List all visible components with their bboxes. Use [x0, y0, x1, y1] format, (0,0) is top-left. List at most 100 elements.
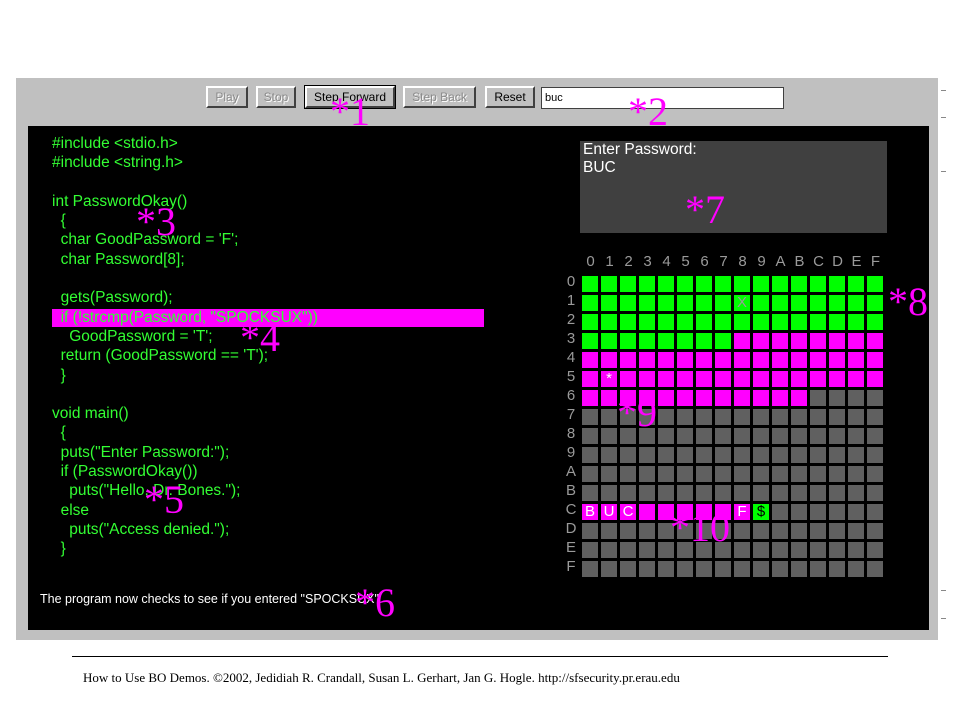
memory-cell [790, 541, 808, 559]
memory-cell [828, 560, 846, 578]
memory-cell [790, 503, 808, 521]
memory-cell [581, 465, 599, 483]
status-text: The program now checks to see if you ent… [40, 592, 379, 606]
memory-cell [866, 541, 884, 559]
memory-cell [638, 275, 656, 293]
memory-cell [790, 332, 808, 350]
memory-cell-char: F [737, 503, 747, 520]
memory-cell [809, 275, 827, 293]
memory-column-label: 9 [757, 253, 766, 270]
scroll-tick [941, 90, 946, 91]
memory-row-label: F [566, 558, 576, 575]
memory-cell [771, 465, 789, 483]
memory-column-label: 1 [605, 253, 614, 270]
memory-cell [676, 313, 694, 331]
memory-cell [695, 275, 713, 293]
memory-cell [809, 522, 827, 540]
window-right-edge [938, 78, 946, 640]
memory-cell [657, 275, 675, 293]
memory-cell [847, 446, 865, 464]
annotation-label: *9 [617, 390, 657, 435]
memory-cell [676, 427, 694, 445]
memory-cell [581, 560, 599, 578]
memory-cell [619, 332, 637, 350]
memory-cell [657, 332, 675, 350]
memory-cell [733, 465, 751, 483]
memory-cell [657, 427, 675, 445]
memory-cell-char: X [736, 294, 747, 311]
memory-cell [809, 427, 827, 445]
memory-cell [847, 408, 865, 426]
memory-cell [619, 484, 637, 502]
memory-row-label: 8 [566, 425, 576, 442]
footer-text: How to Use BO Demos. ©2002, Jedidiah R. … [83, 670, 680, 685]
memory-column-label: 2 [624, 253, 633, 270]
memory-cell [752, 465, 770, 483]
memory-cell [733, 370, 751, 388]
memory-cell [733, 446, 751, 464]
memory-cell [638, 465, 656, 483]
memory-cell [714, 389, 732, 407]
code-line: puts("Access denied."); [52, 520, 230, 538]
code-line: puts("Hello, Dr. Bones."); [52, 482, 241, 500]
memory-row-label: C [565, 501, 577, 518]
memory-cell [733, 351, 751, 369]
memory-cell [714, 427, 732, 445]
memory-cell [714, 313, 732, 331]
memory-cell [619, 560, 637, 578]
memory-cell [828, 465, 846, 483]
memory-cell [733, 313, 751, 331]
memory-cell [828, 275, 846, 293]
memory-cell [619, 446, 637, 464]
memory-cell: X [733, 294, 751, 312]
memory-cell [676, 275, 694, 293]
memory-cell [828, 522, 846, 540]
memory-row-label: 2 [566, 311, 576, 328]
annotation-label: *10 [670, 505, 730, 550]
memory-cell [733, 332, 751, 350]
memory-cell [752, 332, 770, 350]
memory-cell [581, 332, 599, 350]
memory-cell [695, 446, 713, 464]
memory-cell [809, 560, 827, 578]
reset-button[interactable]: Reset [485, 86, 535, 108]
memory-cell [771, 560, 789, 578]
memory-cell [847, 275, 865, 293]
memory-cell [790, 446, 808, 464]
scroll-tick [941, 171, 946, 172]
step-back-button[interactable]: Step Back [403, 86, 476, 108]
memory-cell [847, 351, 865, 369]
memory-cell [752, 446, 770, 464]
memory-cell [657, 389, 675, 407]
memory-cell [771, 313, 789, 331]
memory-cell [714, 408, 732, 426]
memory-cell [657, 484, 675, 502]
code-line: } [52, 540, 66, 558]
memory-cell [847, 484, 865, 502]
memory-cell [676, 408, 694, 426]
memory-cell-char: B [584, 503, 595, 520]
memory-cell [695, 465, 713, 483]
memory-cell [581, 351, 599, 369]
memory-cell [638, 351, 656, 369]
memory-column-label: C [813, 253, 824, 270]
memory-cell [752, 294, 770, 312]
memory-cell [790, 351, 808, 369]
stop-button[interactable]: Stop [256, 86, 296, 108]
memory-column-label: 0 [586, 253, 595, 270]
memory-cell [771, 408, 789, 426]
memory-row-header: 0 1 2 3 4 5 6 7 8 9 ABCDEF [562, 273, 580, 581]
memory-cell [847, 389, 865, 407]
memory-cell [600, 541, 618, 559]
memory-cell [866, 351, 884, 369]
memory-cell [828, 408, 846, 426]
memory-cell [619, 275, 637, 293]
memory-cell [714, 370, 732, 388]
memory-cell [866, 560, 884, 578]
memory-cell-char: $ [756, 503, 766, 520]
memory-row-label: B [565, 482, 576, 499]
memory-cell [638, 332, 656, 350]
memory-cell [619, 313, 637, 331]
play-button[interactable]: Play [206, 86, 248, 108]
